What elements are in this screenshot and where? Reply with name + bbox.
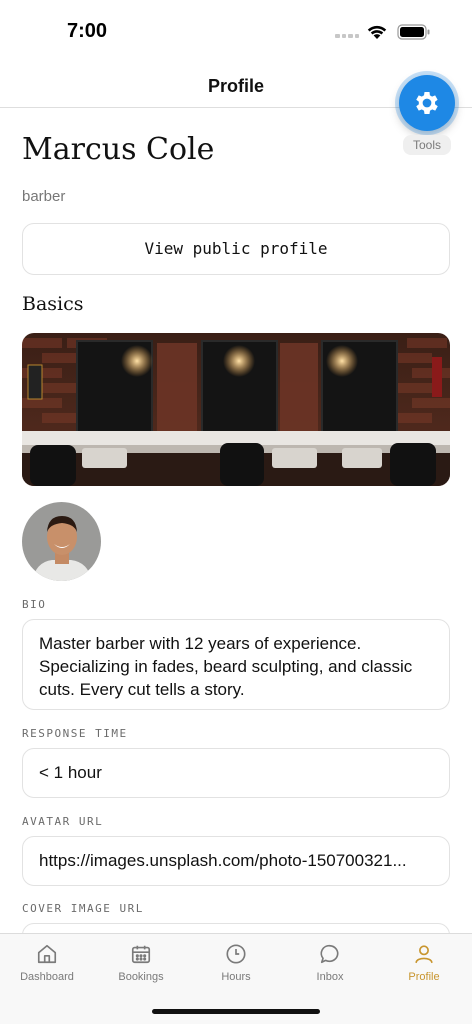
- tab-bookings[interactable]: Bookings: [94, 934, 188, 994]
- gear-icon: [416, 92, 438, 114]
- tab-label: Bookings: [118, 971, 164, 983]
- section-title-basics: Basics: [22, 293, 84, 315]
- avatar-url-field[interactable]: https://images.unsplash.com/photo-150700…: [22, 836, 450, 886]
- avatar-url-label: AVATAR URL: [22, 815, 104, 828]
- clock-icon: [226, 944, 246, 964]
- person-icon: [415, 945, 433, 964]
- battery-icon: [397, 24, 430, 40]
- response-time-field[interactable]: < 1 hour: [22, 748, 450, 798]
- tab-inbox[interactable]: Inbox: [283, 934, 377, 994]
- calendar-icon: [131, 945, 151, 964]
- profile-role: barber: [22, 188, 66, 205]
- wifi-icon: [367, 25, 387, 39]
- chat-icon: [320, 944, 339, 964]
- tab-hours[interactable]: Hours: [189, 934, 283, 994]
- tab-dashboard[interactable]: Dashboard: [0, 934, 94, 994]
- status-time: 7:00: [67, 20, 108, 42]
- bio-label: BIO: [22, 598, 47, 611]
- tab-label: Profile: [408, 971, 440, 983]
- cellular-signal-icon: [335, 34, 359, 40]
- status-bar: 7:00: [0, 0, 472, 64]
- response-time-label: RESPONSE TIME: [22, 727, 128, 740]
- tools-button[interactable]: [399, 75, 455, 131]
- view-public-profile-button[interactable]: View public profile: [22, 223, 450, 275]
- profile-name: Marcus Cole: [22, 132, 215, 167]
- bio-field[interactable]: Master barber with 12 years of experienc…: [22, 619, 450, 710]
- home-indicator: [152, 1009, 320, 1014]
- avatar[interactable]: [22, 502, 101, 581]
- home-icon: [37, 944, 57, 964]
- tab-label: Hours: [221, 971, 251, 983]
- cover-image-url-label: COVER IMAGE URL: [22, 902, 144, 915]
- tab-label: Inbox: [316, 971, 344, 983]
- tab-profile[interactable]: Profile: [377, 934, 471, 994]
- tools-label: Tools: [403, 135, 451, 155]
- tab-label: Dashboard: [20, 971, 74, 983]
- cover-image[interactable]: [22, 333, 450, 486]
